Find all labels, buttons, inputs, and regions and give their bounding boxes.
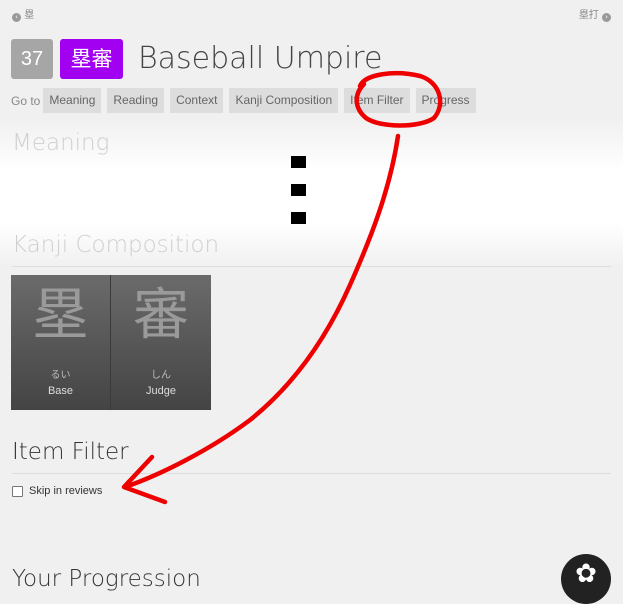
goto-reading-button[interactable]: Reading [107, 88, 165, 113]
annotation-arrowhead [121, 454, 168, 505]
kanji-character: 塁 [32, 283, 89, 348]
level-badge[interactable]: 37 [11, 39, 53, 79]
goto-meaning-button[interactable]: Meaning [43, 88, 102, 113]
section-divider [12, 266, 611, 267]
next-item-link[interactable]: 塁打 › [579, 6, 611, 22]
kanji-character: 審 [133, 283, 189, 348]
item-filter-heading: Item Filter [12, 439, 129, 465]
skip-in-reviews-option[interactable]: Skip in reviews [12, 485, 102, 497]
goto-kanji-composition-button[interactable]: Kanji Composition [229, 88, 339, 113]
vocabulary-characters: 塁審 [60, 39, 123, 79]
turtle-icon[interactable]: ✿ [561, 554, 611, 604]
kanji-meaning: Base [47, 385, 74, 397]
goto-context-button[interactable]: Context [170, 88, 224, 113]
section-divider [12, 473, 611, 474]
goto-label: Go to [11, 93, 41, 108]
chevron-left-icon: ‹ [12, 13, 21, 22]
prev-item-label: 塁 [24, 10, 35, 21]
goto-nav: Go to Meaning Reading Context Kanji Comp… [11, 88, 476, 113]
goto-item-filter-button[interactable]: Item Filter [344, 88, 410, 113]
ellipsis-dot [291, 184, 306, 196]
skip-in-reviews-label: Skip in reviews [29, 485, 103, 497]
kanji-reading: るい [50, 370, 71, 381]
kanji-card-base[interactable]: 塁 るい Base [11, 275, 111, 410]
omitted-content-ellipsis [291, 156, 307, 240]
chevron-right-icon: › [602, 13, 611, 22]
ellipsis-dot [291, 156, 306, 168]
kanji-reading: しん [151, 370, 171, 381]
goto-progress-button[interactable]: Progress [415, 88, 476, 113]
page-title: Baseball Umpire [138, 41, 383, 76]
progression-heading: Your Progression [12, 566, 201, 592]
kanji-composition-grid: 塁 るい Base 審 しん Judge [11, 275, 211, 410]
kanji-composition-heading: Kanji Composition [12, 232, 220, 258]
prev-item-link[interactable]: ‹ 塁 [12, 6, 34, 22]
ellipsis-dot [291, 212, 306, 224]
skip-in-reviews-checkbox[interactable] [12, 485, 23, 497]
meaning-heading: Meaning [12, 130, 110, 156]
item-navigation: ‹ 塁 塁打 › [12, 6, 611, 22]
kanji-meaning: Judge [146, 385, 176, 397]
next-item-label: 塁打 [578, 10, 599, 21]
kanji-card-judge[interactable]: 審 しん Judge [111, 275, 211, 410]
